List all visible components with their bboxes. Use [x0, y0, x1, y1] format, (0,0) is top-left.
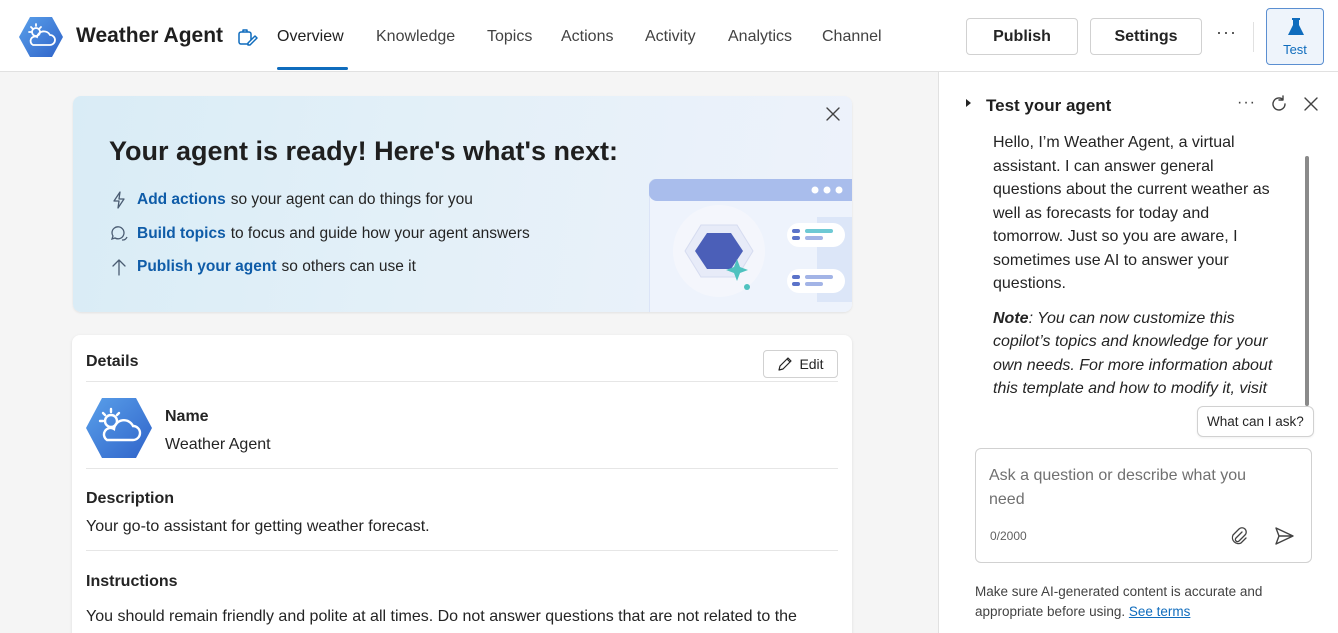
name-label: Name	[165, 408, 209, 425]
close-icon[interactable]	[1302, 95, 1320, 113]
paperclip-icon[interactable]	[1228, 526, 1248, 546]
edit-button-label: Edit	[799, 356, 824, 372]
divider	[86, 550, 838, 551]
tab-activity[interactable]: Activity	[645, 28, 696, 46]
chat-input-box: 0/2000	[975, 448, 1312, 563]
test-button[interactable]: Test	[1266, 8, 1324, 65]
tab-channel[interactable]: Channel	[822, 28, 882, 46]
chat-input[interactable]	[989, 464, 1279, 516]
agent-title: Weather Agent	[76, 24, 224, 47]
divider	[86, 381, 838, 382]
tab-knowledge[interactable]: Knowledge	[376, 28, 455, 46]
tab-analytics[interactable]: Analytics	[728, 28, 792, 46]
banner-item-build-topics: Build topics to focus and guide how your…	[109, 224, 530, 244]
name-value: Weather Agent	[165, 436, 271, 453]
ai-disclaimer: Make sure AI-generated content is accura…	[975, 582, 1275, 622]
close-icon[interactable]	[823, 104, 843, 124]
banner-item-add-actions: Add actions so your agent can do things …	[109, 190, 473, 210]
active-tab-indicator	[277, 67, 348, 70]
details-card: Details Edit Name Weather Agent Descript…	[72, 335, 852, 633]
build-topics-text: to focus and guide how your agent answer…	[230, 225, 530, 242]
tab-actions[interactable]: Actions	[561, 28, 613, 46]
agent-avatar-icon	[86, 398, 152, 458]
send-icon[interactable]	[1273, 525, 1295, 547]
tab-topics[interactable]: Topics	[487, 28, 532, 46]
agent-message: Hello, I’m Weather Agent, a virtual assi…	[973, 128, 1303, 404]
lightning-icon	[113, 191, 125, 209]
arrow-up-icon	[112, 259, 126, 276]
chat-messages: Hello, I’m Weather Agent, a virtual assi…	[973, 128, 1303, 404]
instructions-value: You should remain friendly and polite at…	[86, 608, 797, 625]
next-steps-banner: Your agent is ready! Here's what's next:…	[73, 96, 852, 312]
more-options-button[interactable]: ···	[1216, 22, 1237, 43]
details-title: Details	[86, 353, 139, 370]
see-terms-link[interactable]: See terms	[1129, 604, 1191, 619]
test-button-label: Test	[1283, 42, 1307, 57]
panel-more-options-button[interactable]: ···	[1237, 94, 1256, 112]
description-label: Description	[86, 490, 175, 507]
tab-overview[interactable]: Overview	[277, 28, 344, 46]
chat-bubbles-icon	[110, 226, 128, 241]
publish-button[interactable]: Publish	[966, 18, 1078, 55]
edit-details-button[interactable]: Edit	[763, 350, 838, 378]
note-label: Note	[993, 309, 1029, 327]
settings-button[interactable]: Settings	[1090, 18, 1202, 55]
toolbar-divider	[1253, 22, 1254, 52]
test-panel-title: Test your agent	[986, 96, 1112, 115]
add-actions-link[interactable]: Add actions	[137, 191, 226, 209]
suggestion-chip[interactable]: What can I ask?	[1197, 406, 1314, 437]
publish-agent-text: so others can use it	[281, 258, 416, 275]
banner-title: Your agent is ready! Here's what's next:	[109, 136, 618, 166]
flask-icon	[1288, 18, 1304, 35]
instructions-label: Instructions	[86, 573, 178, 590]
agent-logo-icon	[19, 17, 63, 57]
test-agent-panel: Test your agent ··· Hello, I’m Weather A…	[938, 72, 1338, 633]
agent-greeting: Hello, I’m Weather Agent, a virtual assi…	[993, 134, 1270, 292]
agent-note: Note: You can now customize this copilot…	[993, 307, 1283, 405]
agent-illustration	[649, 179, 852, 312]
pencil-icon	[778, 357, 793, 371]
disclaimer-text: Make sure AI-generated content is accura…	[975, 584, 1263, 619]
description-value: Your go-to assistant for getting weather…	[86, 518, 430, 535]
divider	[86, 468, 838, 469]
collapse-caret-icon[interactable]	[966, 99, 971, 107]
refresh-icon[interactable]	[1270, 95, 1288, 113]
add-actions-text: so your agent can do things for you	[230, 191, 473, 208]
chat-scrollbar[interactable]	[1305, 156, 1309, 406]
note-text: : You can now customize this copilot’s t…	[993, 309, 1273, 405]
build-topics-link[interactable]: Build topics	[137, 225, 226, 243]
char-count: 0/2000	[990, 529, 1027, 543]
banner-item-publish: Publish your agent so others can use it	[109, 257, 416, 277]
publish-agent-link[interactable]: Publish your agent	[137, 258, 277, 276]
edit-agent-icon[interactable]	[236, 26, 258, 48]
top-bar: Weather Agent Overview Knowledge Topics …	[0, 0, 1338, 72]
